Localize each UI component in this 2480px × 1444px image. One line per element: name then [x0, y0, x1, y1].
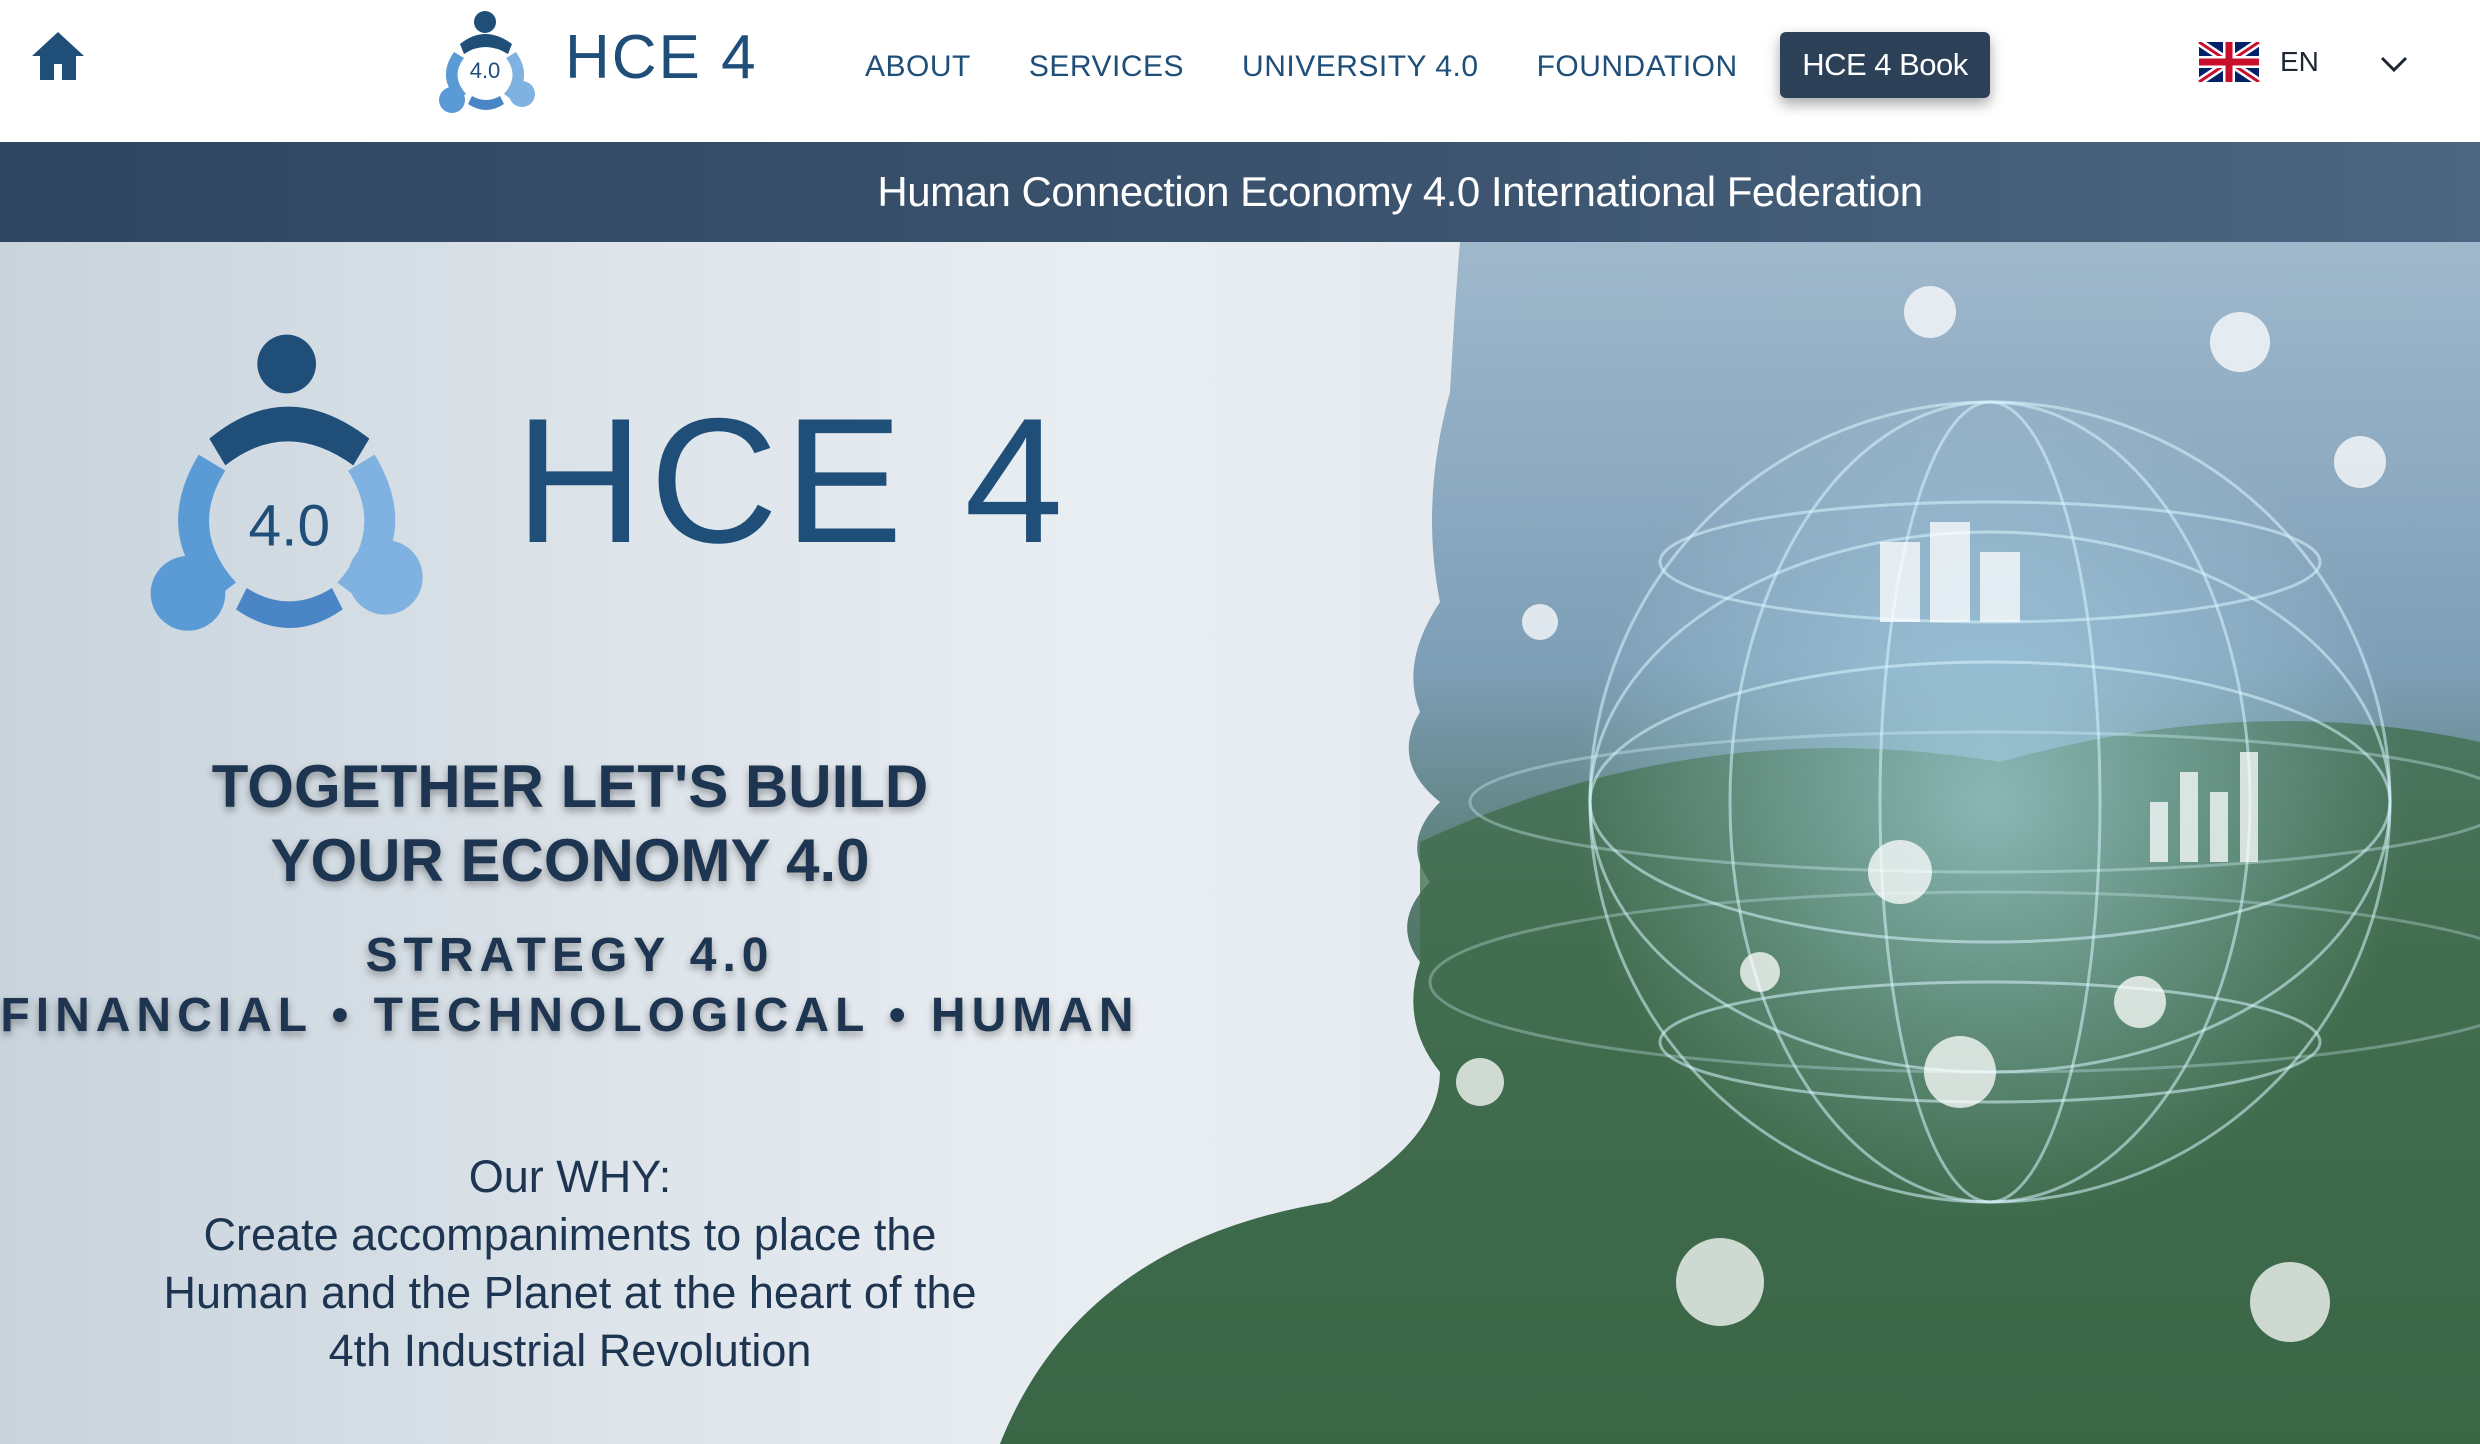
tagline-line2: YOUR ECONOMY 4.0: [270, 827, 870, 894]
why-block: Our WHY: Create accompaniments to place …: [0, 1148, 1140, 1380]
nav-foundation[interactable]: FOUNDATION: [1537, 50, 1738, 84]
language-code: EN: [2280, 46, 2319, 77]
hero-tagline: TOGETHER LET'S BUILD YOUR ECONOMY 4.0: [0, 750, 1140, 898]
federation-banner: Human Connection Economy 4.0 Internation…: [0, 142, 2480, 242]
hero-section: 4.0 HCE 4 TOGETHER LET'S BUILD YOUR ECON…: [0, 242, 2480, 1444]
uk-flag-icon: [2198, 42, 2260, 82]
why-line: 4th Industrial Revolution: [328, 1325, 812, 1376]
home-icon[interactable]: [30, 28, 86, 84]
banner-text: Human Connection Economy 4.0 Internation…: [877, 168, 1923, 215]
book-button[interactable]: HCE 4 Book: [1780, 32, 1990, 98]
hero-logo-icon: 4.0: [150, 334, 423, 631]
nav-services[interactable]: SERVICES: [1029, 50, 1184, 84]
why-line: Create accompaniments to place the: [203, 1209, 937, 1260]
logo-icon[interactable]: 4.0: [430, 8, 550, 120]
why-title: Our WHY:: [468, 1151, 672, 1202]
main-nav: ABOUT SERVICES UNIVERSITY 4.0 FOUNDATION: [865, 50, 1738, 84]
strategy-pillars: FINANCIAL • TECHNOLOGICAL • HUMAN: [0, 989, 1140, 1042]
why-line: Human and the Planet at the heart of the: [163, 1267, 977, 1318]
chevron-down-icon[interactable]: [2378, 52, 2410, 76]
strategy-title: STRATEGY 4.0: [365, 929, 775, 982]
nav-university[interactable]: UNIVERSITY 4.0: [1242, 50, 1479, 84]
logo-text[interactable]: HCE 4: [565, 22, 758, 93]
hero-logo-text: HCE 4: [515, 381, 1070, 580]
site-header: 4.0 HCE 4 ABOUT SERVICES UNIVERSITY 4.0 …: [0, 0, 2480, 142]
strategy-block: STRATEGY 4.0 FINANCIAL • TECHNOLOGICAL •…: [0, 926, 1140, 1046]
hero-logo-badge: 4.0: [249, 493, 331, 558]
logo-badge: 4.0: [470, 58, 501, 83]
language-selector[interactable]: EN: [2198, 42, 2319, 82]
tagline-line1: TOGETHER LET'S BUILD: [211, 753, 929, 820]
nav-about[interactable]: ABOUT: [865, 50, 971, 84]
